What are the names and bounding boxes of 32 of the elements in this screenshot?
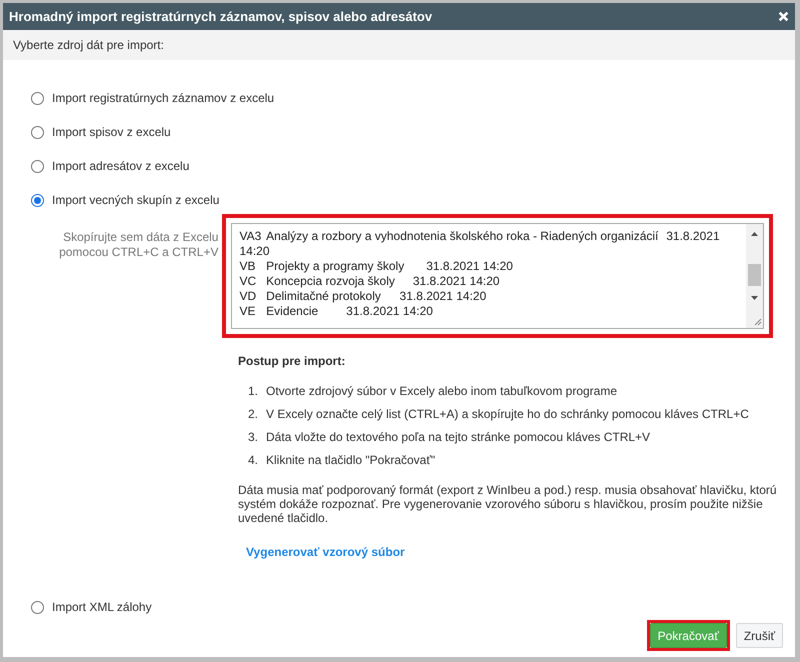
step-number: 1. [248, 383, 258, 400]
paste-textarea[interactable]: VA3 Analýzy a rozbory a vyhodnotenia školského roka - Riadených organizácií 31.8.2021 14:20 VB Projekty a programy školy 31.8.2021 14:20 VC Koncepcia rozvoja školy 31.8.2021 14:20 VD Delimitačné protokoly 31.8.2021 14:20 VE Evidencie 31.8.2021 14:20 [231, 223, 764, 329]
step-number: 2. [248, 406, 258, 423]
window-title: Hromadný import registratúrnych záznamov, spisov alebo adresátov [9, 8, 432, 26]
radio-label: Import spisov z excelu [52, 124, 171, 141]
radio-button[interactable] [31, 194, 44, 206]
radio-option[interactable]: Import vecných skupín z excelu [31, 191, 773, 209]
paste-label: Skopírujte sem dáta z Excelu pomocou CTRL+C a CTRL+V [58, 229, 220, 261]
radio-button[interactable] [31, 92, 44, 104]
step-text: Dáta vložte do textového poľa na tejto stránke pomocou kláves CTRL+V [266, 429, 650, 446]
radio-option[interactable]: Import adresátov z excelu [31, 157, 773, 175]
radio-label: Import XML zálohy [52, 599, 152, 616]
radio-button[interactable] [31, 126, 44, 138]
prompt-text: Vyberte zdroj dát pre import: [13, 37, 164, 54]
step-number: 3. [248, 429, 258, 446]
radio-option[interactable]: Import registratúrnych záznamov z excelu [31, 89, 773, 107]
procedure-title: Postup pre import: [238, 353, 346, 370]
radio-option[interactable]: Import spisov z excelu [31, 123, 773, 141]
radio-button[interactable] [31, 160, 44, 172]
step-number: 4. [248, 452, 258, 469]
step-text: Kliknite na tlačidlo "Pokračovať" [266, 452, 436, 469]
step-text: Otvorte zdrojový súbor v Excely alebo inom tabuľkovom programe [266, 383, 618, 400]
generate-sample-link[interactable]: Vygenerovať vzorový súbor [246, 543, 405, 561]
dialog-button[interactable]: Zrušiť [736, 623, 783, 648]
radio-label: Import registratúrnych záznamov z excelu [52, 90, 274, 107]
step-text: V Excely označte celý list (CTRL+A) a skopírujte ho do schránky pomocou kláves CTRL+C [266, 406, 749, 423]
radio-label: Import vecných skupín z excelu [52, 192, 220, 209]
close-icon[interactable] [778, 11, 789, 22]
radio-option[interactable]: Import XML zálohy [31, 598, 773, 616]
radio-label: Import adresátov z excelu [52, 158, 190, 175]
radio-button[interactable] [31, 600, 44, 614]
format-note: Dáta musia mať podporovaný formát (export z WinIbeu a pod.) resp. musia obsahovať hlavičku, ktorú systém dokáže rozpoznať. Pre vygenerovanie vzorového súboru s hlavičkou, prosím použite nižšie uvedené tlačidlo. [238, 483, 778, 525]
